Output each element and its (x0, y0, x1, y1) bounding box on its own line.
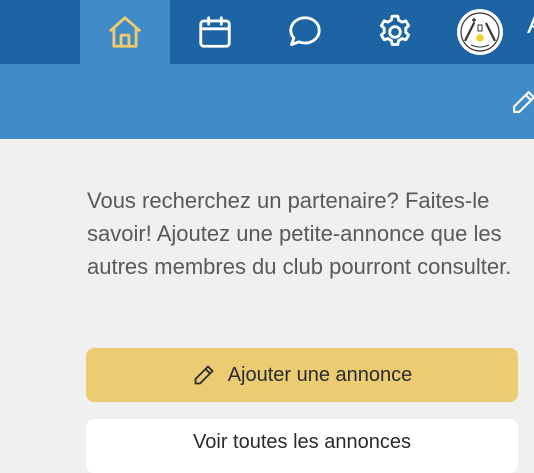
home-icon (109, 16, 141, 48)
user-initial[interactable]: A (527, 8, 534, 40)
sub-header-bar (0, 64, 534, 139)
edit-icon[interactable] (510, 88, 534, 116)
club-logo-avatar (457, 9, 503, 55)
add-listing-button[interactable]: Ajouter une annonce (86, 348, 518, 402)
top-navigation: A (0, 0, 534, 64)
nav-chat[interactable] (260, 0, 350, 64)
chat-icon (289, 16, 321, 47)
nav-profile[interactable] (435, 0, 525, 64)
gear-icon (379, 14, 411, 46)
nav-calendar[interactable] (170, 0, 260, 64)
calendar-icon (199, 16, 231, 48)
pencil-icon (194, 365, 214, 385)
intro-text: Vous recherchez un partenaire? Faites-le… (87, 188, 512, 279)
add-listing-label: Ajouter une annonce (227, 363, 413, 386)
view-all-listings-label: Voir toutes les annonces (193, 431, 411, 453)
nav-settings[interactable] (350, 0, 440, 64)
view-all-listings-button[interactable]: Voir toutes les annonces (86, 419, 518, 473)
nav-home[interactable] (80, 0, 170, 64)
